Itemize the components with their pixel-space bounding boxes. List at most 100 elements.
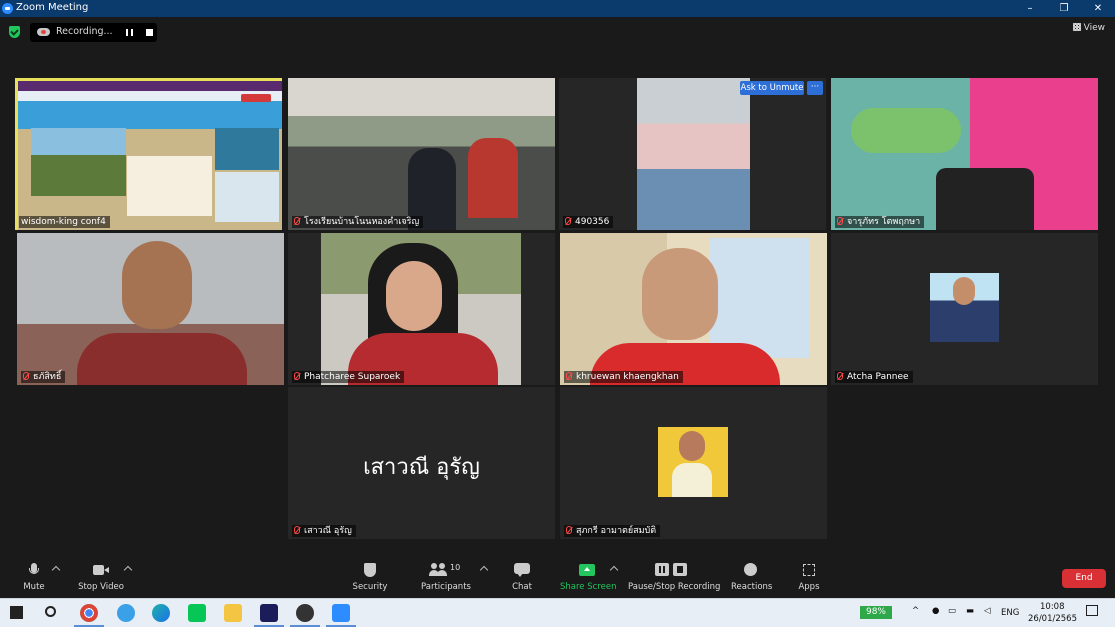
internet-explorer-icon[interactable]: [117, 604, 135, 622]
recording-indicator: Recording...: [30, 23, 157, 42]
wall-chart: [710, 238, 810, 358]
stop-video-button[interactable]: Stop Video: [75, 563, 127, 592]
windows-taskbar: 98% ^ ● ▭ ▬ ◁ ENG 10:08 26/01/2565: [0, 598, 1115, 627]
meeting-area: Recording... View wisdom-king conf4 โรงเ…: [0, 17, 1115, 557]
grid-icon: [1072, 23, 1081, 31]
search-icon[interactable]: [45, 606, 56, 617]
webex-icon[interactable]: [260, 604, 278, 622]
website-photo: [31, 128, 126, 196]
video-tile-2[interactable]: โรงเรียนบ้านโนนหองคำเจริญ: [288, 78, 555, 230]
participants-button[interactable]: 10 Participants: [420, 563, 472, 592]
share-screen-label: Share Screen: [560, 582, 617, 592]
mic-muted-icon: [294, 217, 300, 225]
zoom-icon[interactable]: [332, 604, 350, 622]
reaction-smiley-icon: [743, 563, 759, 577]
file-explorer-icon[interactable]: [224, 604, 242, 622]
mic-muted-icon: [294, 526, 300, 534]
website-virtual-museum-card: [215, 128, 279, 170]
profile-photo-face: [953, 277, 975, 305]
maximize-button[interactable]: ❐: [1047, 0, 1081, 17]
obs-icon[interactable]: [296, 604, 314, 622]
battery-level-badge[interactable]: 98%: [860, 606, 892, 619]
apps-button[interactable]: Apps: [794, 563, 824, 592]
show-hidden-icons-icon[interactable]: ^: [912, 606, 919, 616]
participant-face: [122, 241, 192, 329]
website-side-panel: [215, 172, 279, 222]
reactions-button[interactable]: Reactions: [731, 563, 773, 592]
participant-name: เสาวณี อุรัญ: [292, 525, 356, 537]
participants-options-caret-icon[interactable]: [479, 565, 489, 575]
chat-bubble-icon: [514, 563, 530, 577]
security-shield-icon: [362, 563, 378, 577]
minimize-button[interactable]: –: [1013, 0, 1047, 17]
mic-muted-icon: [837, 372, 843, 380]
encryption-shield-icon[interactable]: [9, 26, 20, 38]
microphone-tray-icon[interactable]: ●: [932, 606, 939, 616]
video-tile-8[interactable]: Atcha Pannee: [831, 233, 1098, 385]
cloud-record-icon: [37, 28, 50, 36]
more-options-button[interactable]: ···: [807, 81, 823, 95]
chat-button[interactable]: Chat: [508, 563, 536, 592]
share-screen-icon: [579, 563, 595, 577]
mute-button[interactable]: Mute: [18, 563, 50, 592]
volume-icon[interactable]: ◁: [984, 606, 991, 616]
participant-name: ธภัสิทธิ์: [21, 371, 66, 383]
profile-photo-body: [672, 463, 712, 497]
security-label: Security: [352, 582, 388, 592]
participants-label: Participants: [421, 582, 471, 592]
line-icon[interactable]: [188, 604, 206, 622]
participants-count: 10: [450, 563, 461, 572]
windows-start-icon[interactable]: [10, 606, 23, 619]
battery-icon[interactable]: ▬: [966, 606, 974, 616]
meeting-toolbar: Mute Stop Video Security 10 Participants: [0, 557, 1115, 598]
stop-video-label: Stop Video: [78, 582, 124, 592]
edge-icon[interactable]: [152, 604, 170, 622]
network-icon[interactable]: ▭: [948, 606, 956, 616]
recording-label: Recording...: [56, 26, 113, 37]
participant-name: 490356: [563, 216, 614, 228]
title-bar: Zoom Meeting – ❐ ✕: [0, 0, 1115, 17]
apps-label: Apps: [798, 582, 820, 592]
student-figure: [468, 138, 518, 218]
pause-stop-recording-button[interactable]: Pause/Stop Recording: [628, 563, 720, 592]
video-tile-3[interactable]: Ask to Unmute ··· 490356: [559, 78, 826, 230]
clock-date[interactable]: 26/01/2565: [1028, 614, 1077, 624]
mic-muted-icon: [837, 217, 843, 225]
participant-video: [637, 78, 750, 230]
audio-options-caret-icon[interactable]: [51, 565, 61, 575]
video-tile-9[interactable]: เสาวณี อุรัญ เสาวณี อุรัญ: [288, 387, 555, 539]
video-tile-6[interactable]: Phatcharee Suparoek: [288, 233, 555, 385]
pause-stop-icon: [655, 563, 689, 577]
participant-name: Atcha Pannee: [835, 371, 913, 383]
ask-to-unmute-button[interactable]: Ask to Unmute: [740, 81, 804, 95]
profile-photo-face: [679, 431, 705, 461]
reactions-label: Reactions: [731, 582, 773, 592]
close-button[interactable]: ✕: [1081, 0, 1115, 17]
video-camera-icon: [93, 563, 109, 577]
video-tile-7[interactable]: khruewan khaengkhan: [560, 233, 827, 385]
pause-recording-icon[interactable]: [126, 29, 133, 36]
window-title: Zoom Meeting: [16, 2, 89, 13]
view-button[interactable]: View: [1072, 23, 1105, 33]
zoom-app-icon: [2, 3, 13, 14]
security-button[interactable]: Security: [350, 563, 390, 592]
stop-recording-icon[interactable]: [146, 29, 153, 36]
website-online-badge: [241, 94, 271, 102]
participant-name: โรงเรียนบ้านโนนหองคำเจริญ: [292, 216, 424, 228]
notifications-icon[interactable]: [1086, 605, 1098, 616]
end-meeting-button[interactable]: End: [1062, 569, 1106, 588]
video-tile-4[interactable]: จารุภัทร โตพฤกษา: [831, 78, 1098, 230]
video-tile-shared-screen[interactable]: wisdom-king conf4: [15, 78, 282, 230]
website-text-panel: [127, 156, 212, 216]
mic-muted-icon: [565, 217, 571, 225]
share-screen-button[interactable]: Share Screen: [560, 563, 617, 592]
clock-time[interactable]: 10:08: [1040, 602, 1065, 612]
office-chair: [936, 168, 1034, 230]
video-tile-10[interactable]: สุภกรี อามาตย์สมบัติ: [560, 387, 827, 539]
participants-icon: 10: [429, 563, 463, 577]
video-tile-5[interactable]: ธภัสิทธิ์: [17, 233, 284, 385]
input-language[interactable]: ENG: [1001, 608, 1019, 618]
mic-muted-icon: [566, 372, 572, 380]
mic-muted-icon: [294, 372, 300, 380]
chrome-icon[interactable]: [80, 604, 98, 622]
